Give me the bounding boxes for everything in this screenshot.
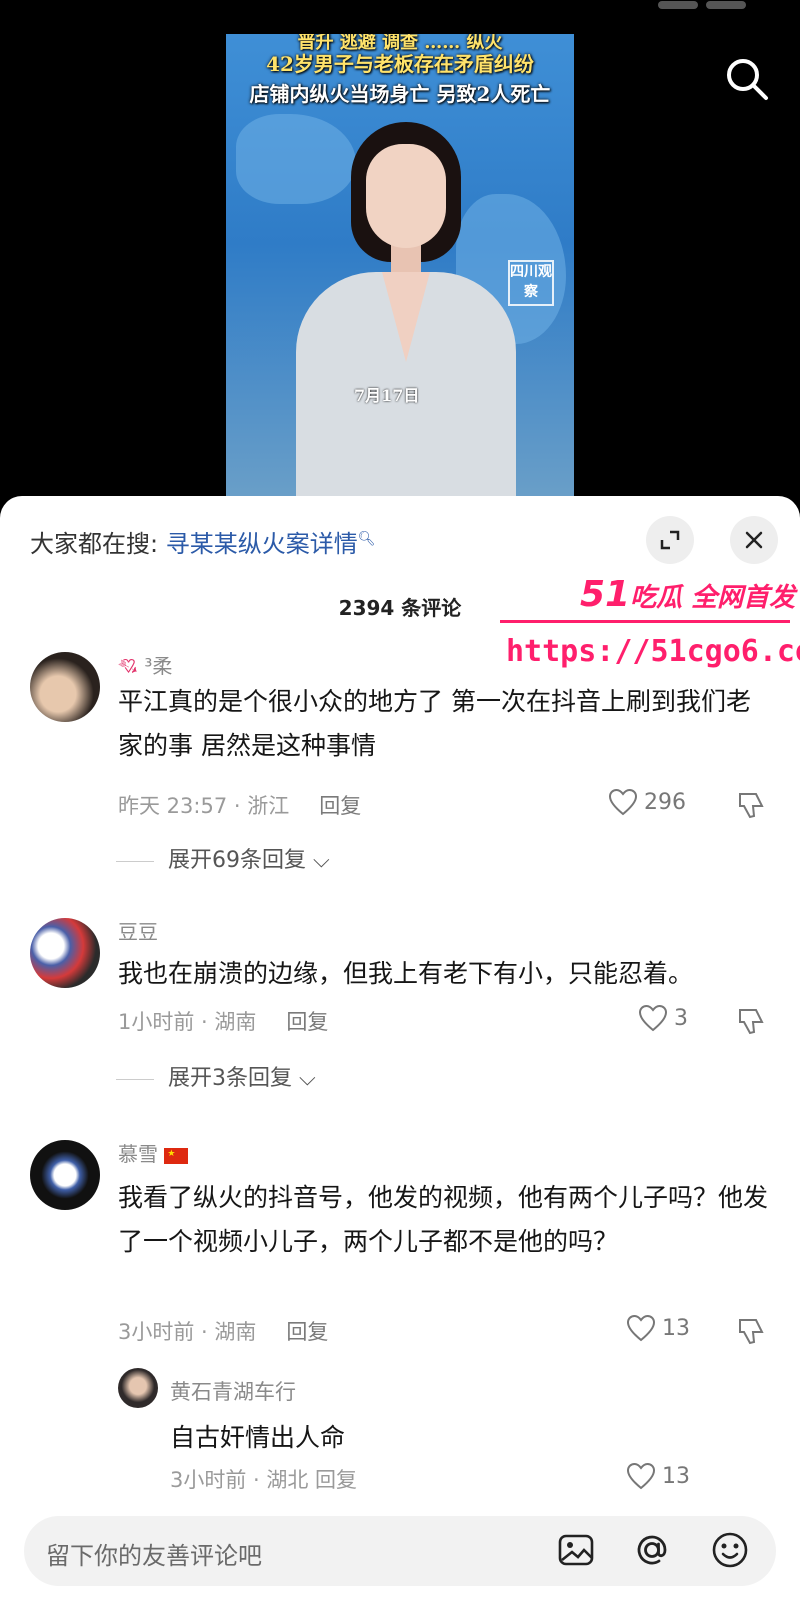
- channel-logo: 四川观察: [508, 260, 554, 306]
- reply-button[interactable]: 回复: [319, 794, 361, 818]
- like-button[interactable]: 13: [626, 1314, 690, 1342]
- close-icon: [745, 531, 763, 549]
- hot-search-bar[interactable]: 大家都在搜: 寻某某纵火案详情🔍︎: [30, 524, 376, 559]
- like-button[interactable]: 3: [638, 1004, 688, 1032]
- expand-replies-label: 展开3条回复: [168, 1066, 292, 1091]
- like-count: 13: [662, 1315, 690, 1341]
- video-headline-3: 店铺内纵火当场身亡 另致2人死亡: [249, 82, 551, 106]
- avatar[interactable]: [30, 652, 100, 722]
- expand-replies-button[interactable]: 展开69条回复 ⌵: [116, 842, 330, 874]
- emoji-icon[interactable]: [710, 1530, 750, 1570]
- expand-sheet-button[interactable]: [646, 516, 694, 564]
- comment-text: 我看了纵火的抖音号，他发的视频，他有两个儿子吗？他发了一个视频小儿子，两个儿子都…: [118, 1183, 769, 1256]
- comment-time-location: 1小时前 · 湖南: [118, 1010, 257, 1034]
- like-count: 3: [674, 1005, 688, 1031]
- like-count: 296: [644, 789, 686, 815]
- reply-button[interactable]: 回复: [286, 1010, 328, 1034]
- dislike-icon[interactable]: [736, 1006, 766, 1036]
- hot-search-prefix: 大家都在搜:: [30, 530, 166, 558]
- comment-username[interactable]: 慕雪 ★: [118, 1138, 189, 1167]
- comment-time-location: 昨天 23:57 · 浙江: [118, 794, 290, 818]
- video-headline-2: 42岁男子与老板存在矛盾纠纷: [266, 52, 534, 76]
- search-icon[interactable]: [722, 54, 772, 104]
- like-count: 13: [662, 1463, 690, 1489]
- username-text: ³柔: [144, 654, 173, 678]
- video-date: 7月17日: [354, 386, 420, 405]
- expand-icon: [660, 530, 680, 550]
- watermark-divider: [500, 620, 790, 623]
- dislike-icon[interactable]: [736, 790, 766, 820]
- username-text: 慕雪: [118, 1142, 158, 1166]
- heart-icon: [626, 1462, 656, 1490]
- reply-username[interactable]: 黄石青湖车行: [170, 1376, 296, 1406]
- divider-line: [116, 1078, 154, 1080]
- comment-item: 豆豆 我也在崩溃的边缘，但我上有老下有小，只能忍着。 1小时前 · 湖南 回复 3…: [0, 914, 800, 1114]
- comment-sheet: 大家都在搜: 寻某某纵火案详情🔍︎ 2394 条评论 51吃瓜 全网首发 htt…: [0, 496, 800, 1609]
- reply-text: 自古奸情出人命: [170, 1423, 346, 1452]
- expand-replies-label: 展开69条回复: [168, 848, 306, 873]
- watermark-title: 51吃瓜 全网首发: [580, 574, 795, 615]
- comment-text: 平江真的是个很小众的地方了 第一次在抖音上刷到我们老家的事 居然是这种事情: [118, 687, 751, 760]
- dislike-icon[interactable]: [736, 1316, 766, 1346]
- heart-icon: [638, 1004, 668, 1032]
- status-bar-icons: [650, 0, 760, 9]
- like-button[interactable]: 296: [608, 788, 686, 816]
- comment-username[interactable]: 豆豆: [118, 916, 158, 945]
- chevron-down-icon: ⌵: [306, 848, 330, 873]
- comment-input-bar: 留下你的友善评论吧: [0, 1496, 800, 1609]
- reply-avatar[interactable]: [118, 1368, 158, 1408]
- heart-icon: [608, 788, 638, 816]
- reply-meta-partial: 3小时前 · 湖北 回复: [170, 1468, 358, 1492]
- comment-meta: 昨天 23:57 · 浙江 回复: [118, 790, 361, 820]
- mention-icon[interactable]: [632, 1530, 672, 1570]
- heart-arrow-icon: 💘︎: [118, 654, 139, 678]
- hot-search-link[interactable]: 寻某某纵火案详情: [166, 530, 358, 558]
- news-video-frame[interactable]: 晋升 逃避 调查 …… 纵火 42岁男子与老板存在矛盾纠纷 店铺内纵火当场身亡 …: [226, 34, 574, 500]
- image-icon[interactable]: [556, 1530, 596, 1570]
- avatar[interactable]: [30, 918, 100, 988]
- comment-input-placeholder[interactable]: 留下你的友善评论吧: [46, 1536, 262, 1571]
- comment-meta: 3小时前 · 湖南 回复: [118, 1316, 328, 1346]
- close-sheet-button[interactable]: [730, 516, 778, 564]
- comment-item: 💘︎ ³柔 平江真的是个很小众的地方了 第一次在抖音上刷到我们老家的事 居然是这…: [0, 646, 800, 886]
- comment-item: 慕雪 ★ 我看了纵火的抖音号，他发的视频，他有两个儿子吗？他发了一个视频小儿子，…: [0, 1136, 800, 1496]
- comment-time-location: 3小时前 · 湖南: [118, 1320, 257, 1344]
- comment-meta: 1小时前 · 湖南 回复: [118, 1006, 328, 1036]
- chevron-down-icon: ⌵: [292, 1066, 316, 1091]
- reply-button[interactable]: 回复: [286, 1320, 328, 1344]
- comment-username[interactable]: 💘︎ ³柔: [118, 650, 172, 679]
- reply-like-button[interactable]: 13: [626, 1462, 690, 1490]
- china-flag-icon: ★: [164, 1147, 189, 1164]
- avatar[interactable]: [30, 1140, 100, 1210]
- divider-line: [116, 860, 154, 862]
- expand-replies-button[interactable]: 展开3条回复 ⌵: [116, 1060, 316, 1092]
- heart-icon: [626, 1314, 656, 1342]
- watermark-number: 51: [580, 574, 631, 615]
- news-anchor-image: [296, 122, 516, 500]
- video-player[interactable]: 晋升 逃避 调查 …… 纵火 42岁男子与老板存在矛盾纠纷 店铺内纵火当场身亡 …: [0, 0, 800, 520]
- small-search-icon: 🔍︎: [357, 531, 376, 547]
- watermark-text: 吃瓜 全网首发: [630, 583, 796, 613]
- comment-text: 我也在崩溃的边缘，但我上有老下有小，只能忍着。: [118, 959, 694, 988]
